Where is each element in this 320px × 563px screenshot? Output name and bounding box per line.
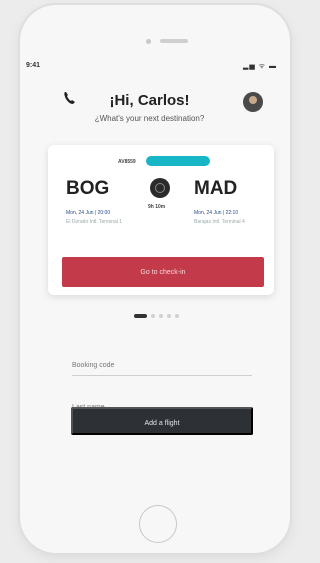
destination-airport: Barajas Intl. Terminal 4 <box>194 219 245 225</box>
origin-airport: El Dorado Intl. Terminal 1 <box>66 219 123 225</box>
plane-icon <box>150 178 170 198</box>
avatar[interactable] <box>243 92 263 112</box>
origin-date: Mon, 24 Jun | 20:00 <box>66 210 111 216</box>
pagination-dot[interactable] <box>175 314 179 318</box>
add-flight-button[interactable]: Add a flight <box>71 407 253 435</box>
booking-code-field[interactable]: Booking code <box>72 357 252 376</box>
flight-duration: 9h 10m <box>148 204 166 210</box>
pagination-dot[interactable] <box>167 314 171 318</box>
checkin-button[interactable]: Go to check-in <box>62 257 264 287</box>
status-icons: ▂▅ ᯤ ▬ <box>242 63 277 70</box>
home-button[interactable] <box>139 505 177 543</box>
destination-code: MAD <box>194 178 238 199</box>
speaker-slot <box>160 39 188 43</box>
subtitle: ¿What's your next destination? <box>94 114 205 123</box>
status-time: 9:41 <box>26 62 41 69</box>
pagination-dot-active[interactable] <box>134 314 147 318</box>
status-badge <box>146 156 210 166</box>
flight-number: AV8559 <box>118 159 136 165</box>
pagination-dot[interactable] <box>159 314 163 318</box>
camera-dot <box>146 39 151 44</box>
pagination-dot[interactable] <box>151 314 155 318</box>
origin-code: BOG <box>66 178 110 199</box>
destination-date: Mon, 24 Jun | 22:10 <box>194 210 239 216</box>
